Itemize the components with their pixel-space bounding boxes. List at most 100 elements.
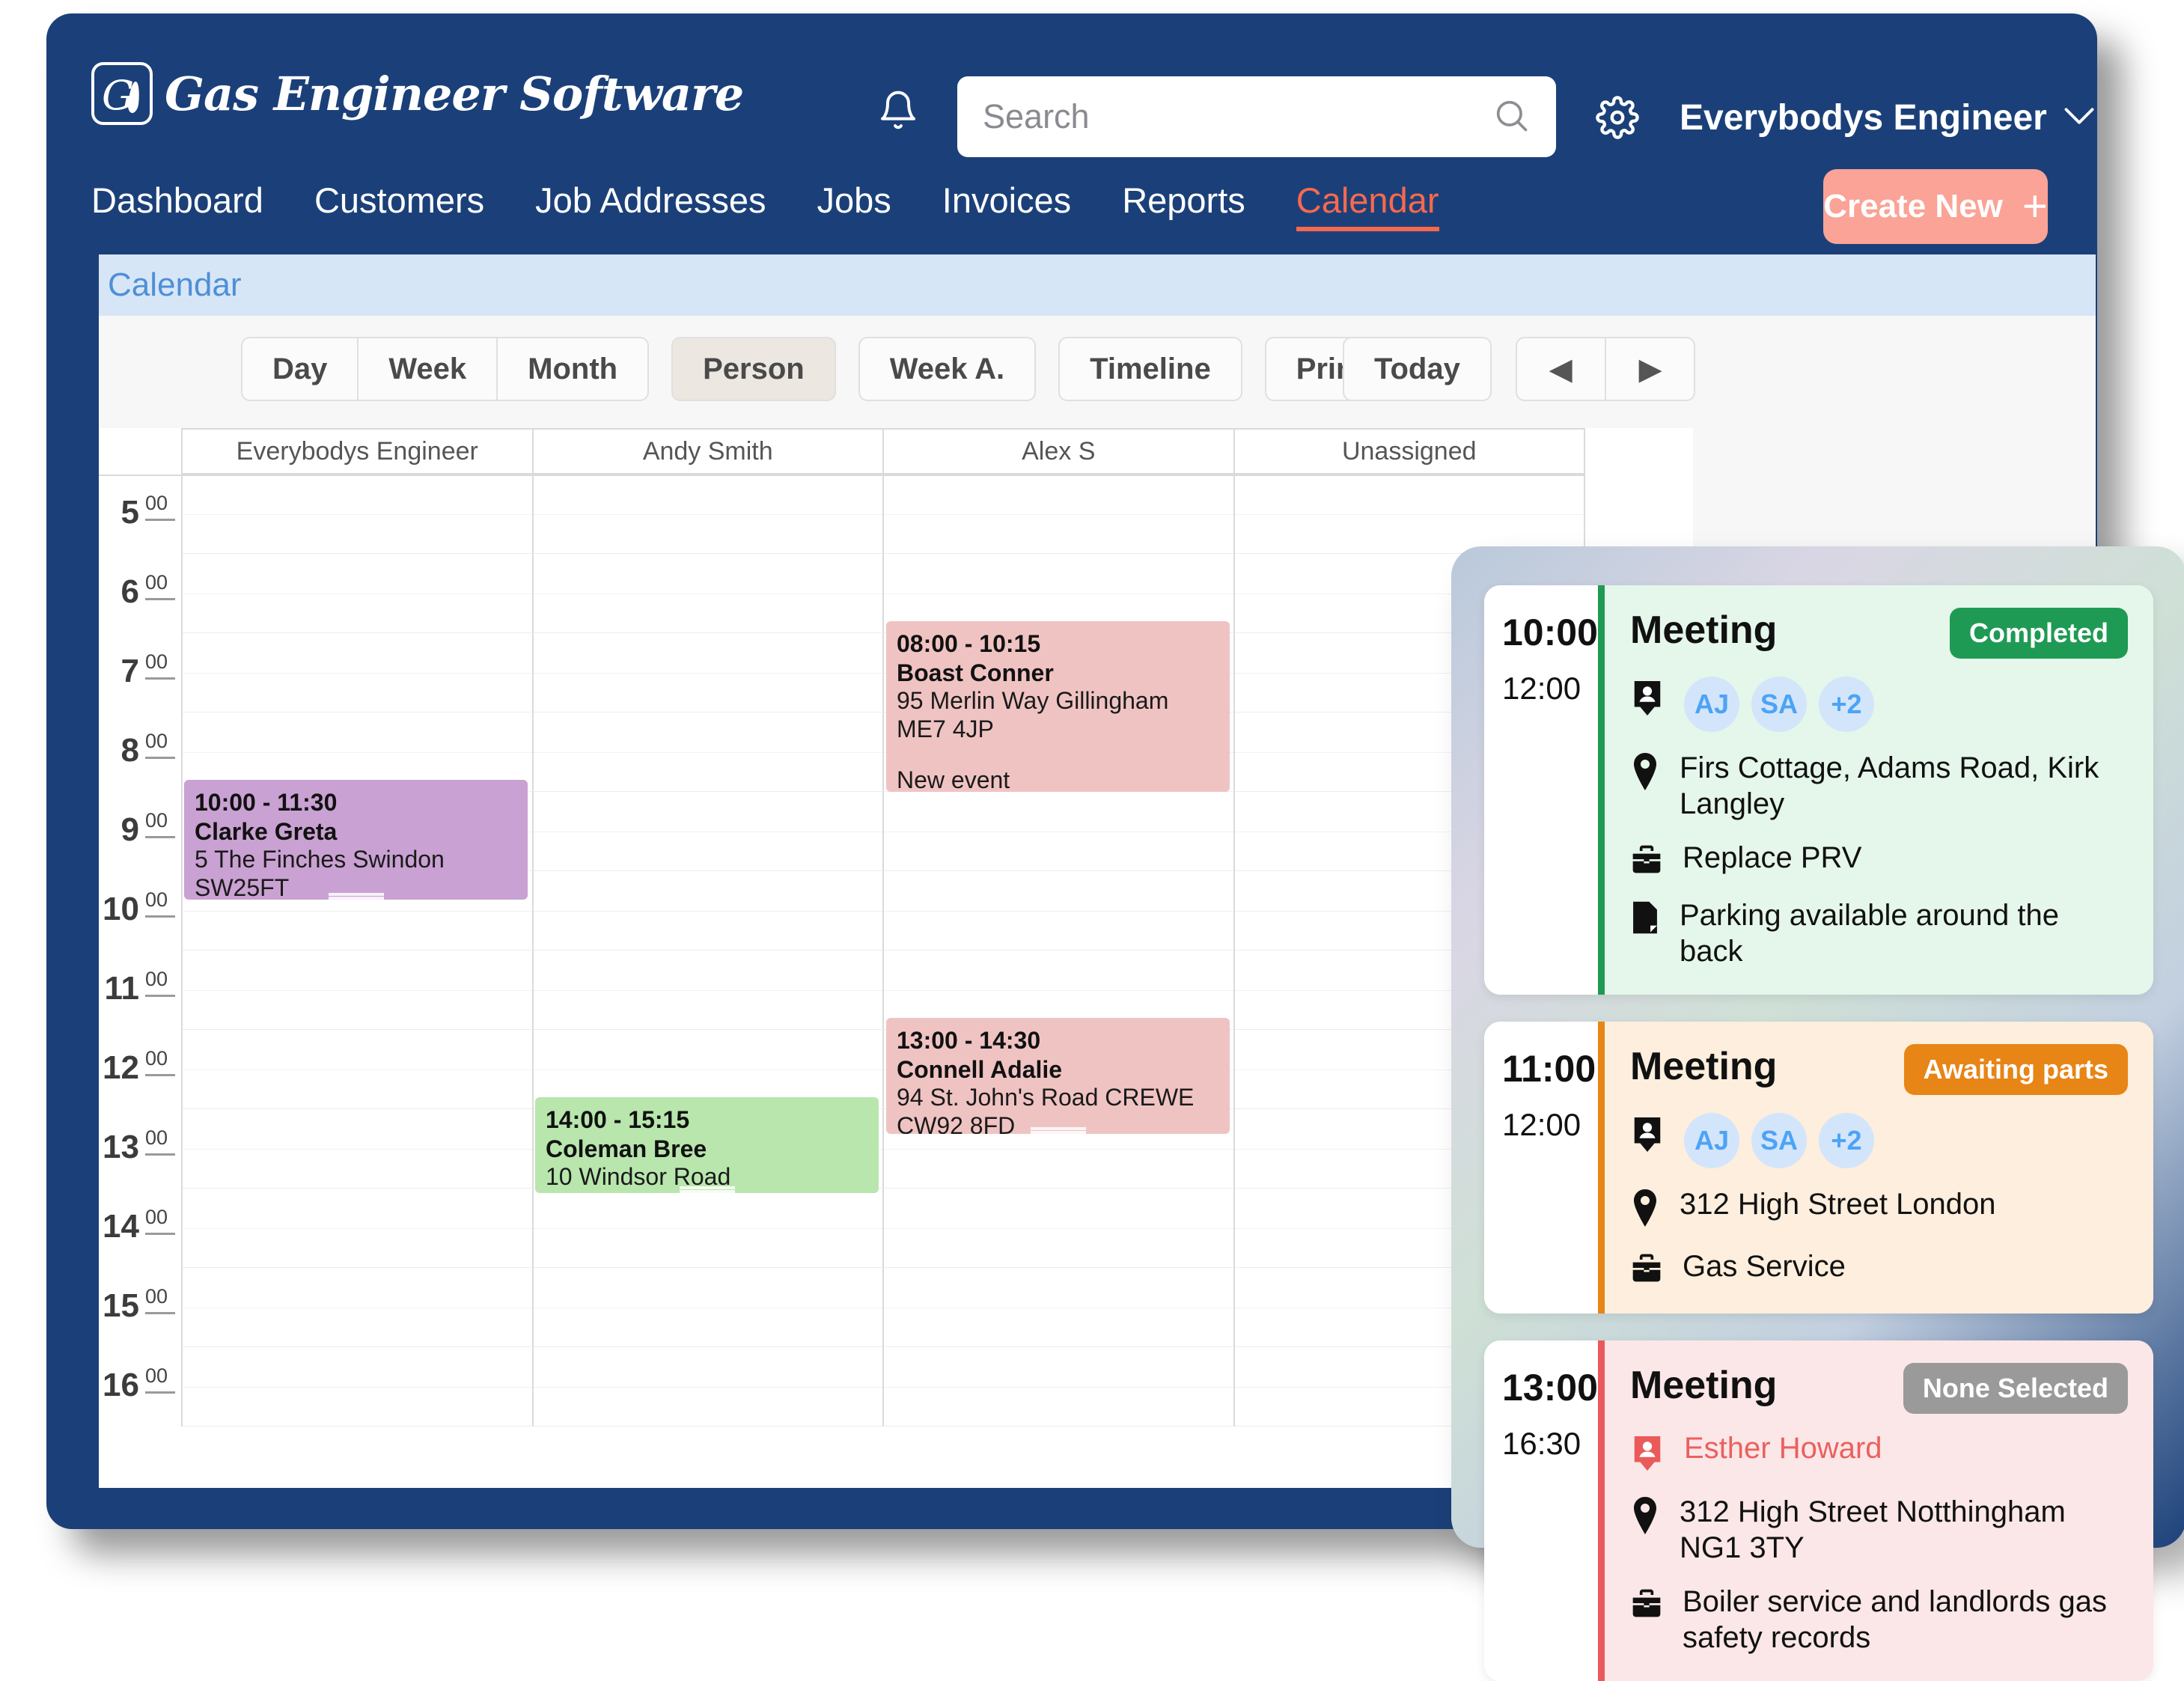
- calendar-slot[interactable]: [183, 475, 534, 554]
- calendar-slot[interactable]: [533, 1189, 884, 1268]
- hour-number: 7: [121, 653, 139, 689]
- triangle-right-icon[interactable]: ▶: [1605, 337, 1696, 401]
- appointment-assignees-row: AJ SA +2: [1630, 1113, 2128, 1168]
- avatar[interactable]: SA: [1751, 677, 1807, 732]
- avatar[interactable]: AJ: [1684, 677, 1739, 732]
- nav-item-reports[interactable]: Reports: [1122, 180, 1245, 227]
- hour-number: 11: [104, 970, 139, 1007]
- calendar-slot[interactable]: [533, 951, 884, 1030]
- appointment-card[interactable]: 11:00 12:00 Meeting Awaiting parts AJ SA +2 312…: [1484, 1022, 2153, 1314]
- calendar-event[interactable]: 13:00 - 14:30 Connell Adalie 94 St. John's…: [886, 1018, 1230, 1134]
- nav-item-customers[interactable]: Customers: [314, 180, 484, 227]
- event-resize-handle[interactable]: [679, 1186, 735, 1189]
- gear-icon[interactable]: [1596, 96, 1639, 143]
- calendar-slot[interactable]: [183, 1109, 534, 1189]
- toolbar-button-day[interactable]: Day: [241, 337, 359, 401]
- hour-minutes: 00: [144, 1206, 168, 1228]
- nav-item-calendar[interactable]: Calendar: [1296, 180, 1439, 231]
- hour-tick: [145, 1153, 175, 1156]
- calendar-slot[interactable]: [183, 1268, 534, 1347]
- calendar-slot[interactable]: [884, 475, 1235, 554]
- status-badge[interactable]: Completed: [1949, 608, 2128, 659]
- calendar-nav-buttons: Today ◀ ▶: [1343, 337, 1696, 401]
- hour-cells: [181, 951, 1585, 1030]
- bell-icon[interactable]: [877, 87, 919, 137]
- status-badge[interactable]: Awaiting parts: [1903, 1044, 2128, 1095]
- triangle-left-icon[interactable]: ◀: [1515, 337, 1606, 401]
- hour-number: 14: [103, 1208, 139, 1245]
- avatar-overflow[interactable]: +2: [1819, 677, 1874, 732]
- appointment-job-row: Boiler service and landlords gas safety …: [1630, 1584, 2128, 1656]
- calendar-slot[interactable]: [183, 1347, 534, 1427]
- calendar-slot[interactable]: [884, 1268, 1235, 1347]
- avatar[interactable]: SA: [1751, 1113, 1807, 1168]
- calendar-slot[interactable]: [533, 554, 884, 633]
- user-menu[interactable]: Everybodys Engineer: [1680, 97, 2095, 138]
- plus-icon: +: [2022, 181, 2048, 231]
- avatar-overflow[interactable]: +2: [1819, 1113, 1874, 1168]
- search-input[interactable]: [983, 97, 1492, 136]
- hour-tick: [145, 1312, 175, 1314]
- create-new-button[interactable]: Create New +: [1823, 169, 2048, 244]
- calendar-slot[interactable]: [183, 633, 534, 713]
- toolbar-button-week[interactable]: Week: [358, 337, 498, 401]
- calendar-slot[interactable]: [884, 792, 1235, 871]
- appointment-start-time: 10:00: [1502, 611, 1598, 653]
- toolbar-button-person[interactable]: Person: [671, 337, 836, 401]
- calendar-event[interactable]: 08:00 - 10:15 Boast Conner 95 Merlin Way G…: [886, 621, 1230, 792]
- breadcrumb[interactable]: Calendar: [108, 266, 242, 304]
- calendar-column-header: Everybodys Engineer: [183, 430, 534, 475]
- avatar[interactable]: AJ: [1684, 1113, 1739, 1168]
- map-pin-icon: [1630, 1186, 1660, 1230]
- toolbar-button-timeline[interactable]: Timeline: [1058, 337, 1242, 401]
- status-badge[interactable]: None Selected: [1903, 1363, 2128, 1414]
- toolbar-button-week-a[interactable]: Week A.: [858, 337, 1037, 401]
- nav-item-jobs[interactable]: Jobs: [817, 180, 891, 227]
- search-icon[interactable]: [1492, 96, 1531, 138]
- nav-item-job-addresses[interactable]: Job Addresses: [535, 180, 766, 227]
- user-name: Everybodys Engineer: [1680, 98, 2047, 138]
- calendar-slot[interactable]: [533, 1268, 884, 1347]
- hour-number: 15: [103, 1287, 139, 1324]
- chevron-down-icon[interactable]: [2063, 106, 2095, 129]
- calendar-event[interactable]: 10:00 - 11:30 Clarke Greta 5 The Finches S…: [184, 780, 528, 900]
- contact-card-icon: [1630, 677, 1665, 721]
- appointment-card[interactable]: 13:00 16:30 Meeting None Selected Esther How…: [1484, 1340, 2153, 1681]
- calendar-slot[interactable]: [884, 871, 1235, 951]
- toolbar-button-today[interactable]: Today: [1343, 337, 1492, 401]
- nav-item-dashboard[interactable]: Dashboard: [91, 180, 263, 227]
- event-resize-handle[interactable]: [328, 893, 384, 896]
- nav-item-invoices[interactable]: Invoices: [942, 180, 1071, 227]
- calendar-slot[interactable]: [1234, 475, 1585, 554]
- appointment-header-row: Meeting Completed: [1630, 608, 2128, 659]
- event-resize-handle[interactable]: [1030, 1127, 1086, 1130]
- appointment-address: Firs Cottage, Adams Road, Kirk Langley: [1680, 751, 2099, 820]
- calendar-slot[interactable]: [183, 554, 534, 633]
- calendar-slot[interactable]: [533, 871, 884, 951]
- appointment-job: Boiler service and landlords gas safety …: [1683, 1585, 2107, 1654]
- hour-minutes: 00: [144, 571, 168, 594]
- calendar-hour-row: 14 00: [99, 1189, 1585, 1268]
- calendar-slot[interactable]: [183, 1030, 534, 1109]
- calendar-slot[interactable]: [884, 1189, 1235, 1268]
- app-logo[interactable]: G Gas Engineer Software: [91, 62, 744, 125]
- hour-cells: [181, 1268, 1585, 1347]
- calendar-slot[interactable]: [884, 1347, 1235, 1427]
- calendar-slot[interactable]: [533, 792, 884, 871]
- appointment-card[interactable]: 10:00 12:00 Meeting Completed AJ SA +2 Firs Cot…: [1484, 585, 2153, 995]
- hour-tick: [145, 519, 175, 521]
- calendar-slot[interactable]: [183, 951, 534, 1030]
- calendar-slot[interactable]: [533, 475, 884, 554]
- calendar-slot[interactable]: [533, 1347, 884, 1427]
- hour-tick: [145, 757, 175, 759]
- hour-tick: [145, 995, 175, 997]
- calendar-slot[interactable]: [183, 1189, 534, 1268]
- hour-minutes: 00: [144, 1285, 168, 1308]
- search-box[interactable]: [957, 76, 1556, 157]
- hour-label: 16 00: [99, 1347, 181, 1427]
- breadcrumb-bar: Calendar: [99, 254, 2096, 316]
- toolbar-button-month[interactable]: Month: [497, 337, 650, 401]
- calendar-slot[interactable]: [533, 633, 884, 713]
- calendar-event[interactable]: 14:00 - 15:15 Coleman Bree 10 Windsor Road…: [535, 1097, 879, 1193]
- calendar-slot[interactable]: [533, 713, 884, 792]
